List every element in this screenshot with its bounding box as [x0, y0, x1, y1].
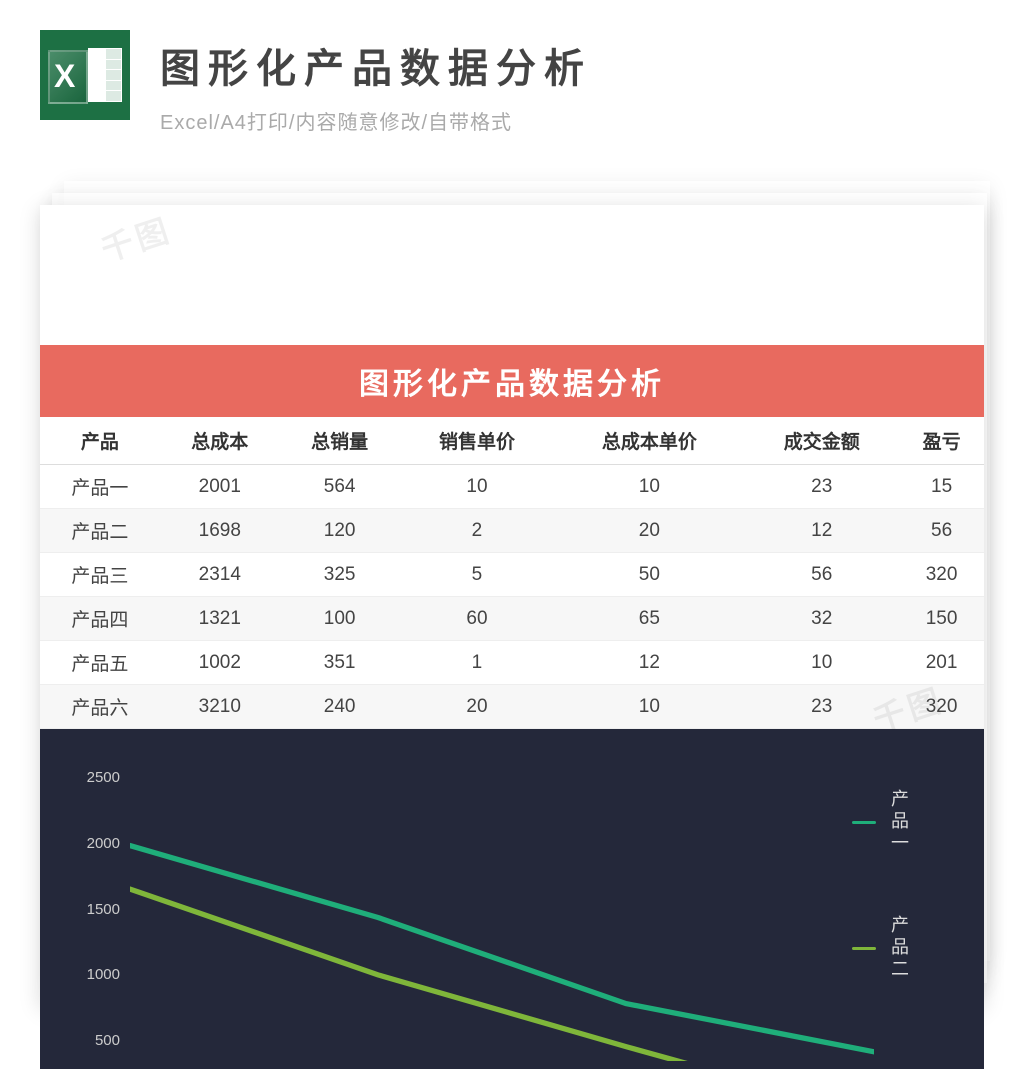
table-cell: 320: [899, 553, 984, 597]
document-preview: 千图 千图 图形化产品数据分析 产品 总成本 总销量 销售单价 总成本单价 成交…: [40, 205, 984, 1025]
chart-legend: 产品一 产品二: [852, 789, 964, 981]
table-cell: 150: [899, 597, 984, 641]
chart-area: 2500 2000 1500 1000 500 产品一: [40, 729, 984, 1069]
ytick: 2500: [70, 769, 120, 786]
table-row: 产品五100235111210201: [40, 641, 984, 685]
table-cell: 10: [744, 641, 899, 685]
table-cell: 564: [280, 465, 400, 509]
report-banner: 图形化产品数据分析: [40, 345, 984, 417]
table-cell: 23: [744, 685, 899, 729]
table-cell: 3210: [160, 685, 280, 729]
y-axis: 2500 2000 1500 1000 500: [70, 769, 120, 1049]
table-cell: 10: [554, 465, 744, 509]
excel-x-letter: X: [54, 58, 75, 95]
legend-swatch-icon: [852, 821, 876, 824]
col-deal-amount: 成交金额: [744, 417, 899, 465]
table-cell: 1: [400, 641, 555, 685]
table-cell: 产品四: [40, 597, 160, 641]
data-table: 产品 总成本 总销量 销售单价 总成本单价 成交金额 盈亏 产品一2001564…: [40, 417, 984, 729]
table-cell: 100: [280, 597, 400, 641]
col-cost-unit: 总成本单价: [554, 417, 744, 465]
table-cell: 12: [744, 509, 899, 553]
legend-label: 产品二: [886, 915, 912, 981]
page-subtitle: Excel/A4打印/内容随意修改/自带格式: [160, 106, 984, 135]
legend-swatch-icon: [852, 947, 876, 950]
table-row: 产品三231432555056320: [40, 553, 984, 597]
table-cell: 60: [400, 597, 555, 641]
table-cell: 1698: [160, 509, 280, 553]
col-unit-price: 销售单价: [400, 417, 555, 465]
table-header-row: 产品 总成本 总销量 销售单价 总成本单价 成交金额 盈亏: [40, 417, 984, 465]
table-cell: 2001: [160, 465, 280, 509]
table-cell: 1321: [160, 597, 280, 641]
table-cell: 产品一: [40, 465, 160, 509]
table-cell: 10: [400, 465, 555, 509]
table-row: 产品四1321100606532150: [40, 597, 984, 641]
line-plot: [130, 774, 874, 1061]
excel-icon: X: [40, 30, 130, 120]
table-cell: 120: [280, 509, 400, 553]
table-cell: 1002: [160, 641, 280, 685]
table-cell: 320: [899, 685, 984, 729]
page-header: X 图形化产品数据分析 Excel/A4打印/内容随意修改/自带格式: [0, 0, 1024, 155]
table-cell: 2314: [160, 553, 280, 597]
table-cell: 325: [280, 553, 400, 597]
table-cell: 5: [400, 553, 555, 597]
table-cell: 351: [280, 641, 400, 685]
table-cell: 240: [280, 685, 400, 729]
table-cell: 20: [554, 509, 744, 553]
legend-item: 产品一: [852, 789, 964, 855]
table-cell: 50: [554, 553, 744, 597]
table-row: 产品二16981202201256: [40, 509, 984, 553]
watermark: 千图: [95, 205, 178, 271]
table-cell: 产品二: [40, 509, 160, 553]
table-cell: 56: [899, 509, 984, 553]
ytick: 500: [70, 1032, 120, 1049]
page-title: 图形化产品数据分析: [160, 36, 984, 94]
table-cell: 56: [744, 553, 899, 597]
excel-grid-icon: [88, 48, 122, 102]
table-cell: 15: [899, 465, 984, 509]
table-row: 产品六3210240201023320: [40, 685, 984, 729]
ytick: 1000: [70, 966, 120, 983]
col-total-cost: 总成本: [160, 417, 280, 465]
table-cell: 2: [400, 509, 555, 553]
legend-item: 产品二: [852, 915, 964, 981]
table-cell: 12: [554, 641, 744, 685]
table-row: 产品一200156410102315: [40, 465, 984, 509]
table-cell: 产品三: [40, 553, 160, 597]
table-cell: 产品五: [40, 641, 160, 685]
table-cell: 32: [744, 597, 899, 641]
ytick: 1500: [70, 901, 120, 918]
table-cell: 65: [554, 597, 744, 641]
table-cell: 201: [899, 641, 984, 685]
col-profit: 盈亏: [899, 417, 984, 465]
col-total-sales: 总销量: [280, 417, 400, 465]
table-cell: 产品六: [40, 685, 160, 729]
table-cell: 23: [744, 465, 899, 509]
ytick: 2000: [70, 835, 120, 852]
table-cell: 20: [400, 685, 555, 729]
col-product: 产品: [40, 417, 160, 465]
legend-label: 产品一: [886, 789, 912, 855]
table-cell: 10: [554, 685, 744, 729]
